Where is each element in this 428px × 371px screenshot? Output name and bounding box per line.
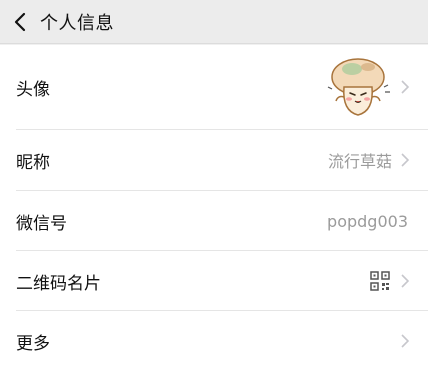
- chevron-right-icon: [401, 334, 410, 348]
- wechat-id-row: 微信号 popdg003: [0, 191, 428, 251]
- wechat-id-value: popdg003: [327, 211, 408, 231]
- wechat-id-label: 微信号: [16, 213, 67, 234]
- profile-list: 头像 昵称 流行草菇 微信号 popdg003 二维码名片 更多: [0, 45, 428, 371]
- qrcode-label: 二维码名片: [16, 273, 101, 294]
- more-label: 更多: [16, 333, 50, 354]
- qrcode-row[interactable]: 二维码名片: [0, 251, 428, 311]
- nickname-value: 流行草菇: [327, 152, 392, 171]
- nickname-label: 昵称: [16, 152, 50, 173]
- back-button[interactable]: [0, 0, 40, 44]
- chevron-right-icon: [401, 80, 410, 94]
- more-row[interactable]: 更多: [0, 311, 428, 371]
- nickname-row[interactable]: 昵称 流行草菇: [0, 130, 428, 190]
- qr-code-icon: [370, 271, 390, 291]
- chevron-right-icon: [401, 274, 410, 288]
- avatar-label: 头像: [16, 79, 50, 100]
- chevron-right-icon: [401, 153, 410, 167]
- page-title: 个人信息: [40, 12, 114, 34]
- avatar: [327, 58, 390, 116]
- avatar-row[interactable]: 头像: [0, 45, 428, 129]
- top-bar: 个人信息: [0, 0, 428, 44]
- back-arrow-icon: [14, 12, 26, 31]
